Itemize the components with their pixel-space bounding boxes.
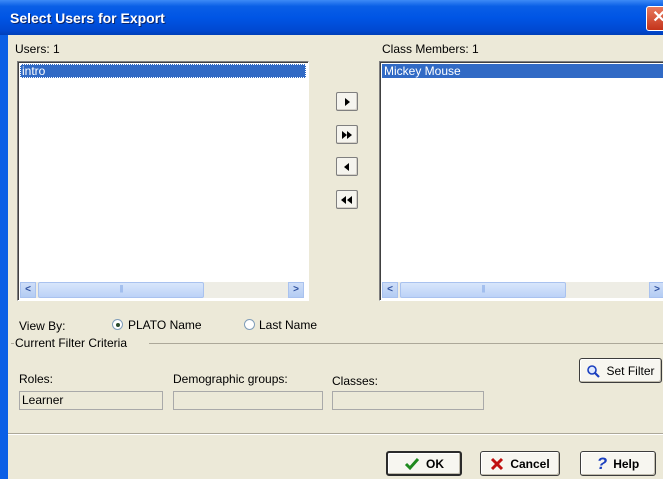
help-label: Help [613, 456, 640, 471]
set-filter-label: Set Filter [606, 363, 655, 378]
move-one-left-button[interactable] [336, 157, 358, 176]
demographic-groups-field [173, 391, 323, 410]
members-hscrollbar[interactable]: < > [382, 282, 663, 298]
radio-last-name[interactable] [244, 319, 255, 330]
users-hscrollbar[interactable]: < > [20, 282, 304, 298]
radio-plato-name[interactable] [112, 319, 123, 330]
users-list[interactable]: intro < > [17, 61, 309, 301]
scroll-right-button[interactable]: > [649, 282, 663, 298]
ok-label: OK [426, 456, 444, 471]
move-all-right-button[interactable] [336, 125, 358, 144]
window-left-edge [0, 35, 8, 479]
title-bar: Select Users for Export ✕ [0, 0, 663, 35]
x-icon [491, 457, 504, 470]
arrow-right-icon [345, 97, 350, 106]
list-item-member[interactable]: Mickey Mouse [382, 64, 663, 78]
roles-label: Roles: [19, 372, 54, 386]
scroll-thumb[interactable] [38, 282, 204, 298]
question-icon: ? [596, 453, 608, 473]
ok-button[interactable]: OK [386, 451, 462, 476]
arrow-left-icon [344, 162, 349, 171]
demographic-groups-label: Demographic groups: [173, 372, 288, 386]
classes-label: Classes: [332, 374, 379, 388]
cancel-button[interactable]: Cancel [480, 451, 560, 476]
window-title: Select Users for Export [10, 10, 165, 26]
radio-last-name-label[interactable]: Last Name [259, 318, 317, 332]
dialog-body: Users: 1 Class Members: 1 intro < > Mick… [8, 35, 663, 479]
group-line-left [11, 343, 14, 344]
roles-field: Learner [19, 391, 163, 410]
move-one-right-button[interactable] [336, 92, 358, 111]
magnifier-icon [587, 364, 601, 378]
double-arrow-left-icon [341, 195, 352, 204]
view-by-label: View By: [19, 319, 66, 333]
members-list[interactable]: Mickey Mouse < > [379, 61, 663, 301]
classes-field [332, 391, 484, 410]
bottom-separator-highlight [8, 434, 663, 435]
radio-plato-name-label[interactable]: PLATO Name [128, 318, 202, 332]
list-item-user[interactable]: intro [20, 64, 306, 78]
double-arrow-right-icon [342, 130, 352, 139]
checkmark-icon [404, 457, 420, 470]
move-all-left-button[interactable] [336, 190, 358, 209]
members-count-label: Class Members: 1 [382, 42, 479, 56]
cancel-label: Cancel [510, 456, 550, 471]
close-icon: ✕ [652, 9, 663, 26]
scroll-left-button[interactable]: < [382, 282, 398, 298]
help-button[interactable]: ? Help [580, 451, 656, 476]
filter-group-label: Current Filter Criteria [15, 336, 128, 350]
close-button[interactable]: ✕ [646, 6, 663, 31]
scroll-thumb[interactable] [400, 282, 566, 298]
scroll-right-button[interactable]: > [288, 282, 304, 298]
group-line-right [149, 343, 663, 344]
users-count-label: Users: 1 [15, 42, 60, 56]
scroll-left-button[interactable]: < [20, 282, 36, 298]
set-filter-button[interactable]: Set Filter [579, 358, 662, 383]
